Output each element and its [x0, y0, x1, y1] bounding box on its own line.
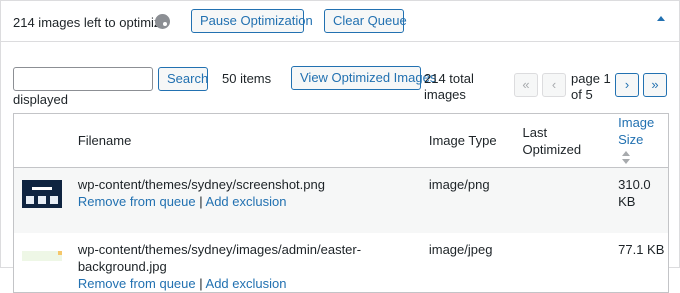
remove-from-queue-link[interactable]: Remove from queue — [78, 276, 196, 291]
page-indicator-line2: of 5 — [571, 87, 593, 102]
last-optimized-cell — [522, 233, 619, 293]
clear-queue-button[interactable]: Clear Queue — [324, 9, 407, 33]
link-separator: | — [199, 194, 203, 209]
image-size-sort-link[interactable]: Image — [618, 115, 654, 130]
image-size-cell: 77.1 KB — [618, 233, 669, 293]
image-size-column-header[interactable]: Image Size — [618, 113, 669, 168]
prev-page-button[interactable]: ‹ — [542, 73, 566, 97]
image-type-column-header: Image Type — [428, 113, 523, 168]
screenshot-thumbnail — [22, 180, 62, 208]
filename-text: wp-content/themes/sydney/screenshot.png — [77, 177, 325, 192]
table-header-row: Filename Image Type Last Optimized Image… — [13, 113, 669, 168]
add-exclusion-link[interactable]: Add exclusion — [206, 276, 287, 291]
last-optimized-cell — [522, 167, 619, 233]
total-images-line1: 214 total — [424, 71, 474, 86]
view-optimized-images-button[interactable]: View Optimized Images — [291, 66, 436, 90]
filename-cell: wp-content/themes/sydney/images/admin/ea… — [77, 233, 429, 293]
thumbnail-cell — [13, 167, 78, 233]
search-input[interactable] — [13, 67, 153, 91]
easter-background-thumbnail — [22, 251, 62, 261]
next-page-button[interactable]: › — [615, 73, 639, 97]
image-type-cell: image/png — [428, 167, 523, 233]
table-row: wp-content/themes/sydney/screenshot.png … — [13, 167, 669, 233]
optimization-panel: 214 images left to optimize Pause Optimi… — [0, 0, 680, 293]
filename-cell: wp-content/themes/sydney/screenshot.png … — [77, 167, 429, 233]
queue-header: 214 images left to optimize Pause Optimi… — [1, 1, 679, 42]
total-images-line2: images — [424, 87, 466, 102]
search-button[interactable]: Search — [158, 67, 208, 91]
thumb-column-header — [13, 113, 78, 168]
images-left-text: 214 images left to optimize — [13, 15, 168, 30]
link-separator: | — [199, 276, 203, 291]
filename-column-header: Filename — [77, 113, 429, 168]
image-size-cell: 310.0 KB — [618, 167, 669, 233]
first-page-button[interactable]: « — [514, 73, 538, 97]
sort-arrows-icon[interactable] — [622, 148, 631, 167]
thumbnail-cell — [13, 233, 78, 293]
table-row: wp-content/themes/sydney/images/admin/ea… — [13, 233, 669, 293]
pause-optimization-button[interactable]: Pause Optimization — [191, 9, 313, 33]
last-page-button[interactable]: » — [643, 73, 667, 97]
page-indicator-line1: page 1 — [571, 71, 611, 86]
items-count: 50 items — [222, 71, 272, 86]
remove-from-queue-link[interactable]: Remove from queue — [78, 194, 196, 209]
displayed-label: displayed — [13, 92, 68, 107]
images-table: Filename Image Type Last Optimized Image… — [13, 113, 669, 293]
add-exclusion-link[interactable]: Add exclusion — [206, 194, 287, 209]
image-type-cell: image/jpeg — [428, 233, 523, 293]
loading-spinner-icon — [155, 14, 170, 29]
filename-text: wp-content/themes/sydney/images/admin/ea… — [77, 242, 362, 274]
collapse-arrow-icon[interactable] — [657, 16, 665, 21]
last-optimized-column-header: Last Optimized — [522, 113, 619, 168]
